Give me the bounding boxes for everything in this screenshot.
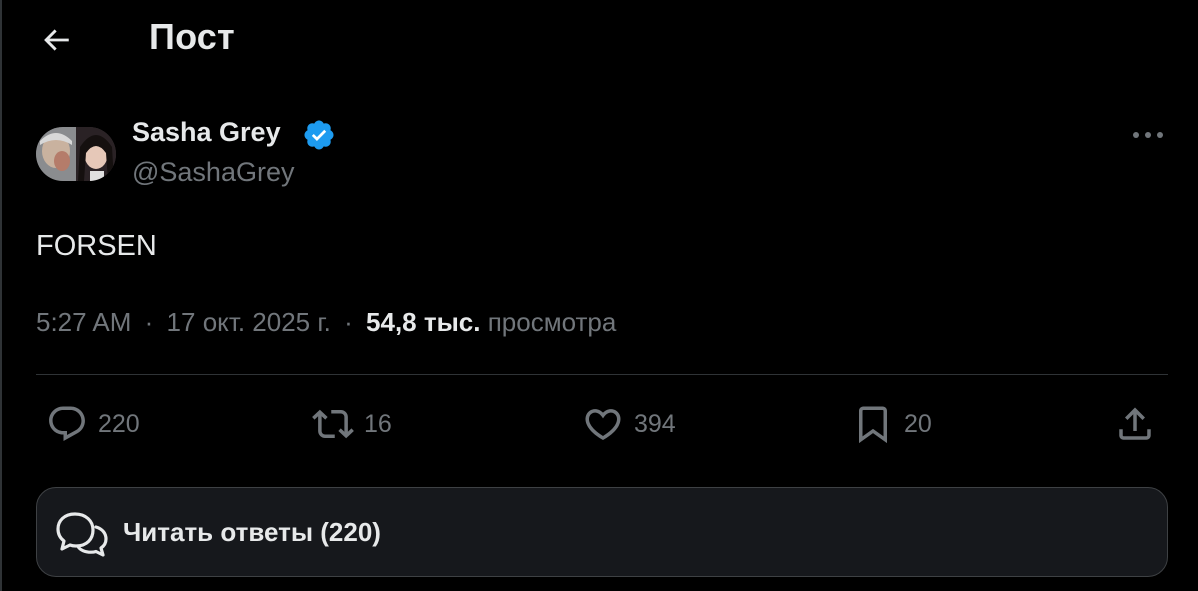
meta-separator: · xyxy=(144,307,154,337)
header: Пост xyxy=(2,0,1198,80)
author-handle[interactable]: @SashaGrey xyxy=(132,157,294,188)
chat-bubble-icon xyxy=(56,512,108,557)
reply-icon xyxy=(49,406,85,441)
meta-separator: · xyxy=(344,307,353,337)
divider xyxy=(36,374,1168,375)
avatar[interactable] xyxy=(36,127,116,181)
tweet-meta: 5:27 AM · 17 окт. 2025 г. · 54,8 тыс. пр… xyxy=(36,307,616,338)
tweet-date[interactable]: 17 окт. 2025 г. xyxy=(167,307,331,337)
repost-count: 16 xyxy=(364,409,392,438)
tweet-time[interactable]: 5:27 AM xyxy=(36,307,131,337)
back-button[interactable] xyxy=(36,20,76,60)
share-button[interactable] xyxy=(1114,402,1156,446)
views-count[interactable]: 54,8 тыс. xyxy=(366,307,480,337)
more-horizontal-icon xyxy=(1133,132,1163,138)
views-label: просмотра xyxy=(487,307,617,337)
like-button[interactable]: 394 xyxy=(582,402,676,446)
repost-icon xyxy=(312,409,354,439)
read-replies-button[interactable]: Читать ответы (220) xyxy=(36,487,1168,577)
author-display-name[interactable]: Sasha Grey xyxy=(132,117,281,148)
page-title: Пост xyxy=(149,16,235,57)
verified-badge-icon xyxy=(304,120,334,150)
like-count: 394 xyxy=(634,409,676,438)
read-replies-label: Читать ответы (220) xyxy=(123,517,381,547)
post-view: Пост Sasha Grey @SashaGrey FORSEN 5:27 A… xyxy=(0,0,1198,591)
arrow-left-icon xyxy=(44,29,69,51)
reply-button[interactable]: 220 xyxy=(46,402,140,446)
bookmark-icon xyxy=(859,406,887,444)
more-options-button[interactable] xyxy=(1126,120,1170,150)
repost-button[interactable]: 16 xyxy=(312,402,392,446)
avatar-image xyxy=(36,127,116,181)
tweet-text: FORSEN xyxy=(36,230,157,262)
share-icon xyxy=(1119,407,1151,440)
heart-icon xyxy=(585,409,621,441)
bookmark-count: 20 xyxy=(904,409,932,438)
reply-count: 220 xyxy=(98,409,140,438)
bookmark-button[interactable]: 20 xyxy=(852,402,932,446)
